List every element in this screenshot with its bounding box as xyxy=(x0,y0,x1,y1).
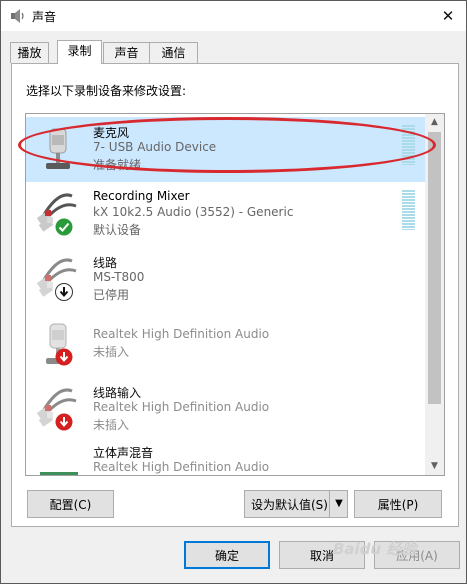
watermark: Baidu 经验 xyxy=(333,540,417,558)
chevron-up-icon: ▲ xyxy=(431,117,438,127)
properties-button[interactable]: 属性(P) xyxy=(354,490,442,518)
device-row-line[interactable]: 线路 MS-T800 已停用 xyxy=(26,247,425,312)
device-status: 已停用 xyxy=(93,288,130,302)
window-title: 声音 xyxy=(32,10,57,24)
configure-button[interactable]: 配置(C) xyxy=(27,490,114,518)
scroll-down-button[interactable]: ▼ xyxy=(425,458,444,475)
device-description: Realtek High Definition Audio xyxy=(93,460,270,474)
device-description: Realtek High Definition Audio xyxy=(93,400,270,414)
device-status: 未插入 xyxy=(93,345,130,359)
chevron-down-icon: ▼ xyxy=(431,461,438,471)
recording-panel: 选择以下录制设备来修改设置: 麦克风 7- USB Audio Device 准… xyxy=(11,63,459,527)
device-description: kX 10k2.5 Audio (3552) - Generic xyxy=(93,205,294,219)
level-meter xyxy=(402,125,415,165)
sound-dialog: 声音 ✕ 播放 录制 声音 通信 选择以下录制设备来修改设置: 麦克风 7- U… xyxy=(0,0,467,584)
device-status: 默认设备 xyxy=(93,223,142,237)
device-row-realtek-mic[interactable]: Realtek High Definition Audio 未插入 xyxy=(26,312,425,377)
device-row-microphone[interactable]: 麦克风 7- USB Audio Device 准备就绪 xyxy=(26,117,425,182)
tab-communications[interactable]: 通信 xyxy=(149,42,198,63)
device-row-recording-mixer[interactable]: Recording Mixer kX 10k2.5 Audio (3552) -… xyxy=(26,182,425,247)
device-status: 准备就绪 xyxy=(93,158,142,172)
sound-card-icon xyxy=(40,472,78,475)
scroll-up-button[interactable]: ▲ xyxy=(425,114,444,131)
device-name: 线路输入 xyxy=(93,386,142,400)
device-list[interactable]: 麦克风 7- USB Audio Device 准备就绪 Recording M… xyxy=(25,113,445,476)
disabled-arrow-icon xyxy=(55,283,73,301)
tab-recording[interactable]: 录制 xyxy=(57,40,102,64)
set-default-label: 设为默认值(S) xyxy=(251,498,328,512)
device-status: 未插入 xyxy=(93,418,130,432)
microphone-icon xyxy=(46,128,70,169)
tab-playback[interactable]: 播放 xyxy=(10,42,49,63)
close-icon: ✕ xyxy=(441,7,455,25)
device-description: Realtek High Definition Audio xyxy=(93,327,270,341)
unplugged-arrow-icon xyxy=(55,348,73,366)
speaker-icon xyxy=(11,9,24,23)
device-name: Recording Mixer xyxy=(93,189,190,203)
close-button[interactable]: ✕ xyxy=(431,1,465,31)
title-bar: 声音 ✕ xyxy=(1,1,466,31)
tab-sounds[interactable]: 声音 xyxy=(103,42,150,63)
set-default-dropdown-arrow[interactable]: ▼ xyxy=(329,491,348,517)
set-default-button[interactable]: 设为默认值(S) ▼ xyxy=(244,490,348,518)
scroll-thumb[interactable] xyxy=(428,132,441,404)
default-check-icon xyxy=(55,218,73,236)
prompt-label: 选择以下录制设备来修改设置: xyxy=(26,84,187,98)
device-list-scrollbar[interactable]: ▲ ▼ xyxy=(425,114,444,475)
ok-button[interactable]: 确定 xyxy=(184,541,270,569)
device-description: MS-T800 xyxy=(93,270,145,284)
device-name: 线路 xyxy=(93,256,118,270)
tab-strip: 播放 录制 声音 通信 xyxy=(10,40,460,64)
device-row-line-in[interactable]: 线路输入 Realtek High Definition Audio 未插入 xyxy=(26,377,425,442)
device-name: 立体声混音 xyxy=(93,446,154,460)
device-description: 7- USB Audio Device xyxy=(93,140,217,154)
device-row-stereo-mix[interactable]: 立体声混音 Realtek High Definition Audio xyxy=(26,442,425,475)
device-name: 麦克风 xyxy=(93,126,130,140)
unplugged-arrow-icon xyxy=(55,413,73,431)
level-meter xyxy=(402,190,415,230)
